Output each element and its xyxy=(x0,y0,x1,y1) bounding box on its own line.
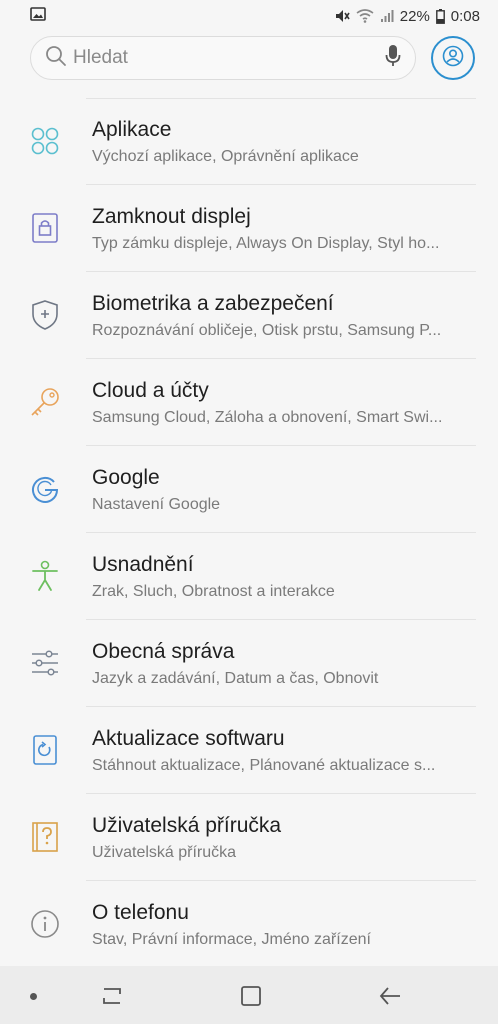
item-subtitle: Rozpoznávání obličeje, Otisk prstu, Sams… xyxy=(92,322,442,339)
battery-percent: 22% xyxy=(399,7,430,25)
list-item-cloud-accounts[interactable]: Cloud a účty Samsung Cloud, Záloha a obn… xyxy=(0,359,498,446)
status-bar: 22% 0:08 xyxy=(0,0,498,32)
search-input[interactable]: Hledat xyxy=(30,36,416,80)
item-title: Zamknout displej xyxy=(92,205,251,228)
profile-button[interactable] xyxy=(431,36,475,80)
list-item-apps[interactable]: Aplikace Výchozí aplikace, Oprávnění apl… xyxy=(0,98,498,185)
item-title: Uživatelská příručka xyxy=(92,814,282,837)
accessibility-icon xyxy=(28,559,62,593)
settings-list: Aplikace Výchozí aplikace, Oprávnění apl… xyxy=(0,98,498,968)
microphone-icon[interactable] xyxy=(385,44,401,73)
google-icon xyxy=(28,472,62,506)
clock: 0:08 xyxy=(450,7,480,25)
item-title: Google xyxy=(92,466,160,489)
info-icon xyxy=(28,907,62,941)
item-title: Usnadnění xyxy=(92,553,194,576)
recents-icon[interactable] xyxy=(98,982,126,1010)
lock-icon xyxy=(28,211,62,245)
manual-icon xyxy=(28,820,62,854)
item-subtitle: Nastavení Google xyxy=(92,496,221,513)
list-item-biometrics[interactable]: Biometrika a zabezpečení Rozpoznávání ob… xyxy=(0,272,498,359)
list-item-software-update[interactable]: Aktualizace softwaru Stáhnout aktualizac… xyxy=(0,707,498,794)
item-subtitle: Uživatelská příručka xyxy=(92,844,237,861)
item-title: O telefonu xyxy=(92,901,189,924)
item-subtitle: Jazyk a zadávání, Datum a čas, Obnovit xyxy=(92,670,379,687)
battery-icon xyxy=(435,8,445,24)
update-icon xyxy=(28,733,62,767)
profile-icon xyxy=(442,45,464,72)
item-subtitle: Zrak, Sluch, Obratnost a interakce xyxy=(92,583,335,600)
signal-icon xyxy=(380,9,394,23)
list-item-general-management[interactable]: Obecná správa Jazyk a zadávání, Datum a … xyxy=(0,620,498,707)
shield-icon xyxy=(28,298,62,332)
image-icon xyxy=(30,7,46,25)
search-row: Hledat xyxy=(0,32,498,86)
item-subtitle: Samsung Cloud, Záloha a obnovení, Smart … xyxy=(92,409,443,426)
item-title: Biometrika a zabezpečení xyxy=(92,292,334,315)
item-subtitle: Typ zámku displeje, Always On Display, S… xyxy=(92,235,440,252)
home-icon[interactable] xyxy=(237,982,265,1010)
key-icon xyxy=(28,385,62,419)
item-title: Cloud a účty xyxy=(92,379,209,402)
list-item-google[interactable]: Google Nastavení Google xyxy=(0,446,498,533)
item-title: Aplikace xyxy=(92,118,172,141)
back-icon[interactable] xyxy=(376,982,404,1010)
item-subtitle: Stav, Právní informace, Jméno zařízení xyxy=(92,931,371,948)
search-placeholder: Hledat xyxy=(73,47,128,68)
search-icon xyxy=(45,45,67,72)
sliders-icon xyxy=(28,646,62,680)
item-title: Aktualizace softwaru xyxy=(92,727,285,750)
item-subtitle: Výchozí aplikace, Oprávnění aplikace xyxy=(92,148,359,165)
mute-icon xyxy=(334,8,350,24)
list-item-about-phone[interactable]: O telefonu Stav, Právní informace, Jméno… xyxy=(0,881,498,968)
item-subtitle: Stáhnout aktualizace, Plánované aktualiz… xyxy=(92,757,436,774)
apps-icon xyxy=(28,124,62,158)
list-item-lock-screen[interactable]: Zamknout displej Typ zámku displeje, Alw… xyxy=(0,185,498,272)
list-item-accessibility[interactable]: Usnadnění Zrak, Sluch, Obratnost a inter… xyxy=(0,533,498,620)
item-title: Obecná správa xyxy=(92,640,235,663)
navigation-bar xyxy=(0,966,498,1024)
dot-icon[interactable] xyxy=(30,993,37,1000)
list-item-user-manual[interactable]: Uživatelská příručka Uživatelská příručk… xyxy=(0,794,498,881)
wifi-icon xyxy=(356,9,374,23)
